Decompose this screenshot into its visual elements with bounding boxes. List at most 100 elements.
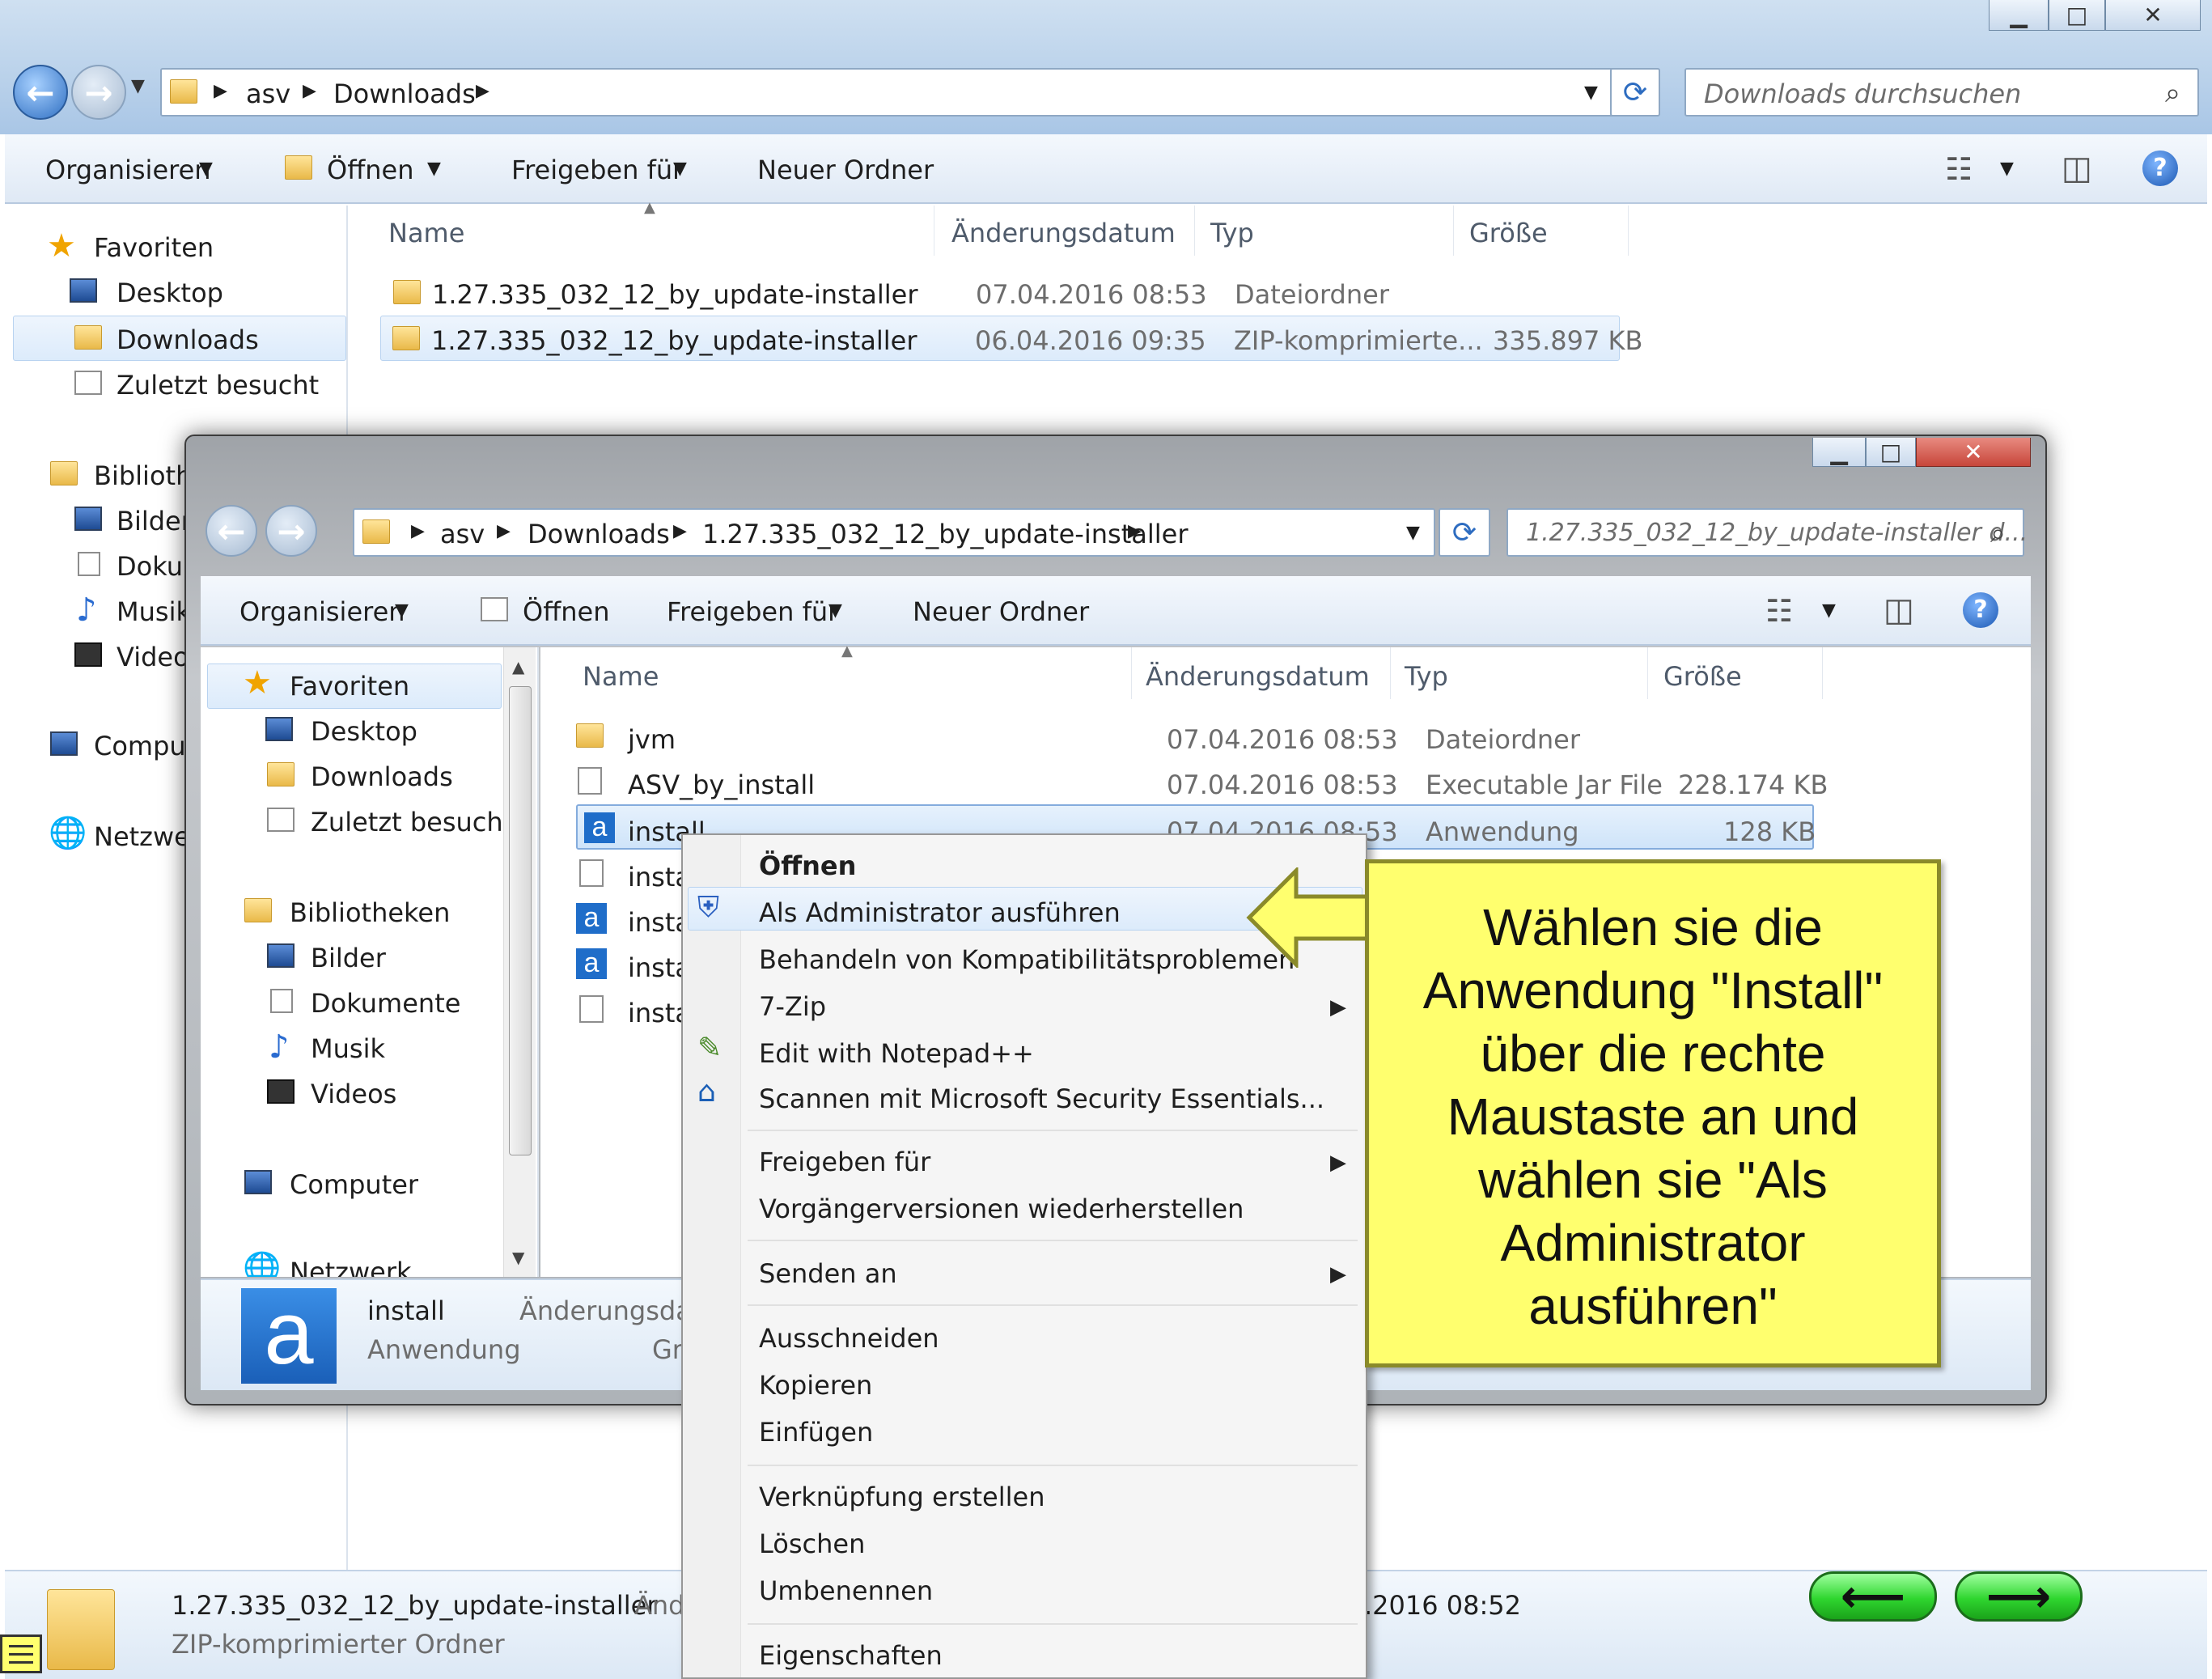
- menu-item-share[interactable]: Freigeben für: [759, 1149, 930, 1175]
- menu-item-paste[interactable]: Einfügen: [759, 1419, 873, 1445]
- inner-nav-music[interactable]: Musik: [311, 1036, 385, 1062]
- tutorial-forward-button[interactable]: ⟶: [1955, 1571, 2083, 1623]
- inner-forward-button[interactable]: →: [265, 505, 317, 557]
- outer-col-size[interactable]: Größe: [1469, 220, 1548, 246]
- outer-refresh-icon[interactable]: ⟳: [1610, 68, 1660, 117]
- outer-nav-computer[interactable]: Compu: [94, 733, 186, 759]
- view-options-icon[interactable]: ☷: [1945, 154, 1973, 184]
- scroll-up-icon[interactable]: ▲: [512, 659, 524, 675]
- outer-search-input[interactable]: Downloads durchsuchen ⌕: [1684, 68, 2199, 117]
- menu-item-rename[interactable]: Umbenennen: [759, 1578, 933, 1604]
- inner-maximize-button[interactable]: □: [1866, 438, 1916, 467]
- nav-scrollbar[interactable]: ▲ ▼: [503, 647, 536, 1277]
- chevron-down-icon[interactable]: ▼: [2000, 160, 2014, 178]
- file-type: ZIP-komprimierte...: [1234, 325, 1483, 356]
- inner-col-size[interactable]: Größe: [1663, 664, 1742, 689]
- inner-organize-button[interactable]: Organisieren: [239, 599, 405, 625]
- help-icon[interactable]: ?: [2142, 151, 2178, 186]
- menu-item-open[interactable]: Öffnen: [759, 853, 856, 879]
- inner-open-button[interactable]: Öffnen: [523, 599, 609, 625]
- preview-pane-icon[interactable]: ◫: [2062, 152, 2092, 184]
- inner-address-bar[interactable]: ▶ asv ▶ Downloads ▶ 1.27.335_032_12_by_u…: [353, 508, 1435, 557]
- inner-new-folder-button[interactable]: Neuer Ordner: [913, 599, 1089, 625]
- inner-breadcrumb-folder[interactable]: 1.27.335_032_12_by_update-installer: [702, 521, 1188, 547]
- tutorial-back-button[interactable]: ⟵: [1809, 1571, 1937, 1623]
- table-row[interactable]: jvm 07.04.2016 08:53 Dateiordner: [576, 714, 1822, 757]
- search-icon[interactable]: ⌕: [1990, 519, 2006, 547]
- outer-address-bar[interactable]: ▶ asv ▶ Downloads ▶ ▼: [160, 68, 1659, 117]
- menu-item-create-shortcut[interactable]: Verknüpfung erstellen: [759, 1484, 1045, 1510]
- menu-item-notepad[interactable]: Edit with Notepad++: [759, 1041, 1034, 1066]
- outer-minimize-button[interactable]: ▁: [1989, 0, 2049, 31]
- menu-item-7zip[interactable]: 7-Zip: [759, 994, 826, 1020]
- preview-pane-icon[interactable]: ◫: [1884, 594, 1914, 626]
- inner-nav-recent[interactable]: Zuletzt besucht: [311, 809, 513, 835]
- inner-nav-network[interactable]: Netzwerk: [290, 1259, 412, 1277]
- inner-back-button[interactable]: ←: [206, 505, 257, 557]
- inner-col-name[interactable]: Name: [583, 664, 659, 689]
- outer-nav-documents[interactable]: Doku: [117, 553, 183, 579]
- inner-refresh-icon[interactable]: ⟳: [1439, 508, 1490, 557]
- menu-item-cut[interactable]: Ausschneiden: [759, 1325, 939, 1351]
- menu-item-scan[interactable]: Scannen mit Microsoft Security Essential…: [759, 1086, 1324, 1112]
- table-row[interactable]: ASV_by_install 07.04.2016 08:53 Executab…: [576, 759, 1828, 803]
- menu-item-restore-versions[interactable]: Vorgängerversionen wiederherstellen: [759, 1196, 1244, 1222]
- breadcrumb-downloads[interactable]: Downloads: [333, 81, 476, 107]
- outer-nav-music[interactable]: Musik: [117, 599, 191, 625]
- inner-nav-desktop[interactable]: Desktop: [311, 719, 417, 744]
- outer-organize-button[interactable]: Organisieren: [45, 157, 211, 183]
- inner-minimize-button[interactable]: ▁: [1812, 438, 1866, 467]
- outer-nav-pictures[interactable]: Bilder: [117, 508, 192, 534]
- outer-col-type[interactable]: Typ: [1210, 220, 1254, 246]
- outer-history-dropdown-icon[interactable]: ▼: [131, 78, 145, 95]
- inner-nav-videos[interactable]: Videos: [311, 1081, 396, 1107]
- outer-nav-libraries[interactable]: Biblioth: [94, 463, 192, 489]
- help-icon[interactable]: ?: [1963, 592, 1998, 628]
- scrollbar-thumb[interactable]: [509, 686, 532, 1155]
- outer-nav-favorites[interactable]: Favoriten: [94, 235, 214, 261]
- menu-item-properties[interactable]: Eigenschaften: [759, 1643, 943, 1668]
- outer-open-button[interactable]: Öffnen: [327, 157, 413, 183]
- scroll-down-icon[interactable]: ▼: [512, 1249, 524, 1266]
- address-dropdown-icon[interactable]: ▼: [1406, 524, 1420, 542]
- breadcrumb-asv[interactable]: asv: [246, 81, 290, 107]
- outer-nav-downloads[interactable]: Downloads: [117, 327, 259, 353]
- outer-col-date[interactable]: Änderungsdatum: [951, 220, 1176, 246]
- outer-close-button[interactable]: ✕: [2105, 0, 2201, 31]
- inner-share-button[interactable]: Freigeben für: [667, 599, 838, 625]
- search-icon[interactable]: ⌕: [2165, 79, 2180, 107]
- inner-close-button[interactable]: ✕: [1916, 438, 2031, 467]
- outer-share-button[interactable]: Freigeben für: [511, 157, 683, 183]
- outer-forward-button[interactable]: →: [71, 65, 126, 120]
- note-icon[interactable]: [0, 1634, 42, 1673]
- inner-col-date[interactable]: Änderungsdatum: [1146, 664, 1370, 689]
- menu-item-copy[interactable]: Kopieren: [759, 1372, 872, 1398]
- inner-col-type[interactable]: Typ: [1405, 664, 1448, 689]
- inner-nav-favorites[interactable]: Favoriten: [290, 673, 409, 699]
- outer-maximize-button[interactable]: □: [2049, 0, 2105, 31]
- menu-item-run-as-admin[interactable]: Als Administrator ausführen: [759, 900, 1121, 926]
- inner-nav-computer[interactable]: Computer: [290, 1172, 418, 1198]
- menu-item-send-to[interactable]: Senden an: [759, 1261, 897, 1287]
- outer-nav-network[interactable]: Netzwe: [94, 824, 190, 850]
- inner-nav-downloads[interactable]: Downloads: [311, 764, 453, 790]
- menu-item-compatibility[interactable]: Behandeln von Kompatibilitätsproblemen: [759, 947, 1295, 973]
- outer-nav-recent[interactable]: Zuletzt besucht: [117, 372, 319, 398]
- outer-back-button[interactable]: ←: [13, 65, 68, 120]
- view-options-icon[interactable]: ☷: [1765, 596, 1793, 626]
- outer-col-name[interactable]: Name: [388, 220, 464, 246]
- inner-breadcrumb-downloads[interactable]: Downloads: [528, 521, 670, 547]
- outer-nav-desktop[interactable]: Desktop: [117, 280, 223, 306]
- table-row[interactable]: 1.27.335_032_12_by_update-installer 07.0…: [380, 270, 1969, 312]
- menu-item-delete[interactable]: Löschen: [759, 1531, 865, 1557]
- table-row[interactable]: 1.27.335_032_12_by_update-installer 06.0…: [380, 316, 1642, 361]
- outer-nav-videos[interactable]: Video: [117, 644, 189, 670]
- address-dropdown-icon[interactable]: ▼: [1584, 84, 1598, 102]
- inner-breadcrumb-asv[interactable]: asv: [440, 521, 485, 547]
- inner-nav-documents[interactable]: Dokumente: [311, 990, 460, 1016]
- inner-nav-pictures[interactable]: Bilder: [311, 945, 386, 971]
- outer-new-folder-button[interactable]: Neuer Ordner: [757, 157, 934, 183]
- inner-nav-libraries[interactable]: Bibliotheken: [290, 900, 450, 926]
- chevron-down-icon[interactable]: ▼: [1822, 602, 1836, 620]
- inner-search-input[interactable]: 1.27.335_032_12_by_update-installer d...…: [1506, 508, 2028, 557]
